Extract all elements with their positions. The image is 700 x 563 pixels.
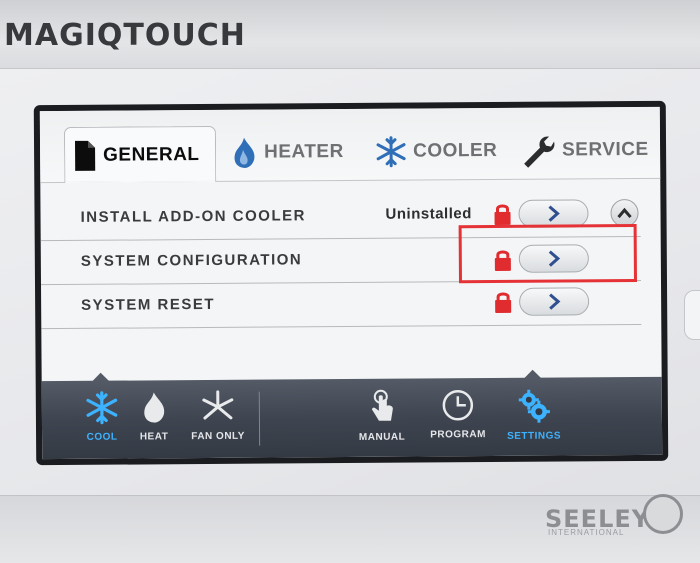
wrench-icon [524, 136, 555, 168]
row-system-reset: SYSTEM RESET [41, 280, 642, 330]
row-label: SYSTEM RESET [81, 295, 216, 314]
row-label: SYSTEM CONFIGURATION [80, 251, 303, 270]
tab-bar: GENERAL HEATER COOLER SERVICE [39, 106, 661, 184]
snowflake-icon [376, 136, 406, 168]
mode-heat[interactable]: HEAT [124, 390, 184, 442]
flame-icon [144, 392, 165, 423]
tab-label: GENERAL [103, 143, 200, 166]
mode-label: FAN ONLY [191, 430, 245, 443]
row-label: INSTALL ADD-ON COOLER [80, 207, 306, 226]
mode-fan-only[interactable]: FAN ONLY [188, 390, 248, 442]
brand-logo: MAGIQTOUCH [4, 18, 246, 53]
lock-icon [494, 204, 511, 225]
side-button[interactable] [684, 290, 700, 340]
control-program[interactable]: PROGRAM [422, 388, 494, 441]
screen: GENERAL HEATER COOLER SERVICE INSTALL AD… [39, 106, 663, 460]
control-manual[interactable]: MANUAL [342, 389, 422, 444]
control-label: SETTINGS [507, 430, 562, 442]
fan-icon [202, 390, 234, 420]
tab-label: COOLER [413, 139, 498, 162]
control-settings[interactable]: SETTINGS [494, 387, 574, 442]
tab-service[interactable]: SERVICE [520, 125, 649, 176]
clock-icon [442, 390, 474, 421]
lock-icon [495, 292, 512, 313]
flame-icon [234, 137, 255, 168]
tab-general[interactable]: GENERAL [63, 125, 217, 183]
open-system-reset-button[interactable] [519, 287, 590, 316]
tab-cooler[interactable]: COOLER [375, 126, 498, 177]
highlight-box [458, 224, 637, 284]
chevron-right-icon [549, 293, 561, 310]
chevron-right-icon [548, 205, 560, 222]
hand-touch-icon [372, 389, 393, 421]
tab-heater[interactable]: HEATER [230, 127, 344, 178]
maker-sub: INTERNATIONAL [548, 528, 625, 537]
control-label: PROGRAM [430, 429, 486, 441]
device-top-bezel: MAGIQTOUCH [0, 0, 700, 70]
snowflake-icon [86, 391, 118, 425]
tab-label: SERVICE [562, 138, 649, 161]
row-value: Uninstalled [385, 205, 472, 223]
mode-label: HEAT [139, 431, 169, 443]
chevron-up-icon [617, 207, 632, 219]
control-label: MANUAL [358, 431, 406, 443]
tab-label: HEATER [264, 141, 344, 163]
gears-icon [518, 389, 550, 423]
document-icon [74, 140, 96, 171]
maker-emblem-icon [643, 494, 683, 534]
screen-frame: GENERAL HEATER COOLER SERVICE INSTALL AD… [33, 100, 669, 466]
scroll-up-button[interactable] [610, 198, 639, 228]
